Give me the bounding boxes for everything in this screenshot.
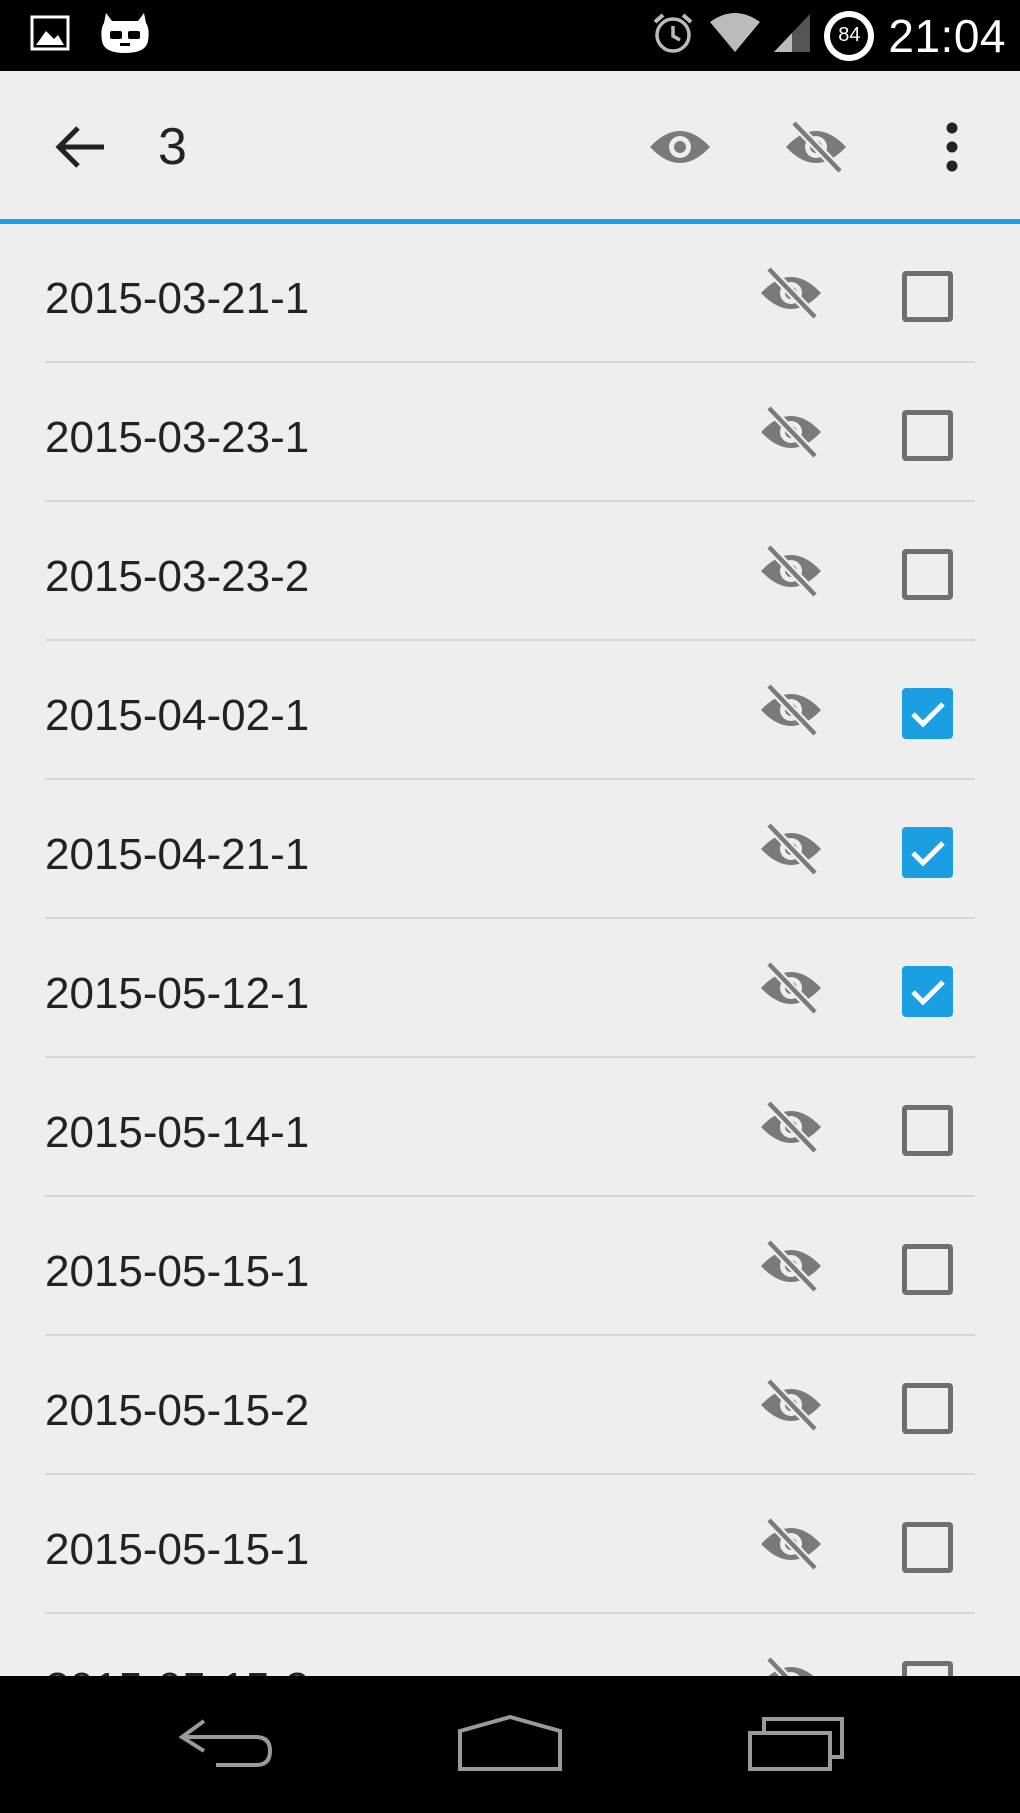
list-item[interactable]: 2015-03-21-1	[45, 224, 975, 363]
signal-icon	[774, 12, 811, 59]
eye-off-icon	[759, 1238, 823, 1299]
show-all-button[interactable]	[644, 115, 716, 179]
battery-icon: 84	[824, 10, 875, 61]
checkmark-icon	[910, 978, 946, 1006]
cyanogenmod-icon	[98, 9, 152, 62]
select-checkbox[interactable]	[902, 1522, 953, 1573]
status-clock: 21:04	[888, 9, 1006, 62]
battery-level: 84	[830, 16, 869, 55]
list-item-label: 2015-03-23-1	[45, 413, 310, 462]
image-icon	[30, 15, 70, 56]
select-checkbox[interactable]	[902, 966, 953, 1017]
back-nav-icon	[178, 1719, 273, 1767]
list-item[interactable]: 2015-05-15-2	[45, 1614, 975, 1676]
visibility-toggle[interactable]	[756, 1094, 826, 1164]
list-item[interactable]: 2015-05-14-1	[45, 1058, 975, 1197]
list-item-label: 2015-05-15-2	[45, 1386, 310, 1435]
back-button[interactable]	[48, 115, 112, 179]
home-nav-icon	[458, 1715, 562, 1771]
list-item[interactable]: 2015-03-23-1	[45, 363, 975, 502]
page-title: 3	[158, 118, 187, 176]
visibility-toggle[interactable]	[756, 1511, 826, 1581]
visibility-toggle[interactable]	[756, 1233, 826, 1303]
list-item-label: 2015-04-02-1	[45, 691, 310, 740]
select-checkbox[interactable]	[902, 1661, 953, 1676]
checkmark-icon	[910, 700, 946, 728]
select-checkbox[interactable]	[902, 827, 953, 878]
visibility-toggle[interactable]	[756, 260, 826, 330]
eye-off-icon	[759, 265, 823, 326]
list-item[interactable]: 2015-04-21-1	[45, 780, 975, 919]
status-bar-system: 84 21:04	[650, 8, 1006, 63]
visibility-toggle[interactable]	[756, 1372, 826, 1442]
eye-off-icon	[759, 960, 823, 1021]
select-checkbox[interactable]	[902, 549, 953, 600]
status-bar: 84 21:04	[0, 0, 1020, 71]
list-item-label: 2015-05-15-2	[45, 1614, 309, 1676]
visibility-toggle[interactable]	[756, 955, 826, 1025]
recents-nav-button[interactable]	[726, 1698, 866, 1788]
list-item[interactable]: 2015-05-15-1	[45, 1475, 975, 1614]
visibility-toggle[interactable]	[756, 399, 826, 469]
wifi-icon	[710, 12, 761, 59]
list-item-label: 2015-03-21-1	[45, 274, 310, 323]
select-checkbox[interactable]	[902, 1383, 953, 1434]
recents-nav-icon	[748, 1717, 844, 1771]
list-item-label: 2015-05-12-1	[45, 969, 310, 1018]
select-checkbox[interactable]	[902, 688, 953, 739]
overflow-menu-button[interactable]	[916, 115, 988, 179]
list-item-label: 2015-05-14-1	[45, 1108, 310, 1157]
status-bar-notifications	[30, 8, 152, 63]
select-checkbox[interactable]	[902, 1244, 953, 1295]
back-nav-button[interactable]	[156, 1698, 296, 1788]
list-item[interactable]: 2015-04-02-1	[45, 641, 975, 780]
eye-off-icon	[786, 119, 846, 175]
back-arrow-icon	[55, 126, 104, 168]
select-checkbox[interactable]	[902, 410, 953, 461]
item-list[interactable]: 2015-03-21-1 2015-03-23-1 2015-03-23-2 2015…	[0, 224, 1020, 1676]
eye-off-icon	[759, 1377, 823, 1438]
eye-off-icon	[759, 1655, 823, 1676]
visibility-toggle[interactable]	[756, 538, 826, 608]
list-item-label: 2015-05-15-1	[45, 1525, 310, 1574]
eye-off-icon	[759, 682, 823, 743]
select-checkbox[interactable]	[902, 271, 953, 322]
list-item[interactable]: 2015-05-12-1	[45, 919, 975, 1058]
visibility-toggle[interactable]	[756, 816, 826, 886]
list-item[interactable]: 2015-05-15-2	[45, 1336, 975, 1475]
visibility-toggle[interactable]	[756, 1650, 826, 1676]
list-item-label: 2015-04-21-1	[45, 830, 310, 879]
eye-off-icon	[759, 1516, 823, 1577]
action-bar: 3	[0, 71, 1020, 224]
navigation-bar	[0, 1676, 1020, 1813]
list-item-label: 2015-03-23-2	[45, 552, 310, 601]
checkmark-icon	[910, 839, 946, 867]
eye-off-icon	[759, 404, 823, 465]
list-item-label: 2015-05-15-1	[45, 1247, 310, 1296]
alarm-icon	[650, 10, 696, 61]
list-item[interactable]: 2015-03-23-2	[45, 502, 975, 641]
hide-all-button[interactable]	[780, 115, 852, 179]
home-nav-button[interactable]	[440, 1698, 580, 1788]
visibility-toggle[interactable]	[756, 677, 826, 747]
eye-off-icon	[759, 543, 823, 604]
eye-icon	[650, 131, 710, 163]
select-checkbox[interactable]	[902, 1105, 953, 1156]
eye-off-icon	[759, 821, 823, 882]
eye-off-icon	[759, 1099, 823, 1160]
overflow-menu-icon	[946, 122, 958, 172]
list-item[interactable]: 2015-05-15-1	[45, 1197, 975, 1336]
